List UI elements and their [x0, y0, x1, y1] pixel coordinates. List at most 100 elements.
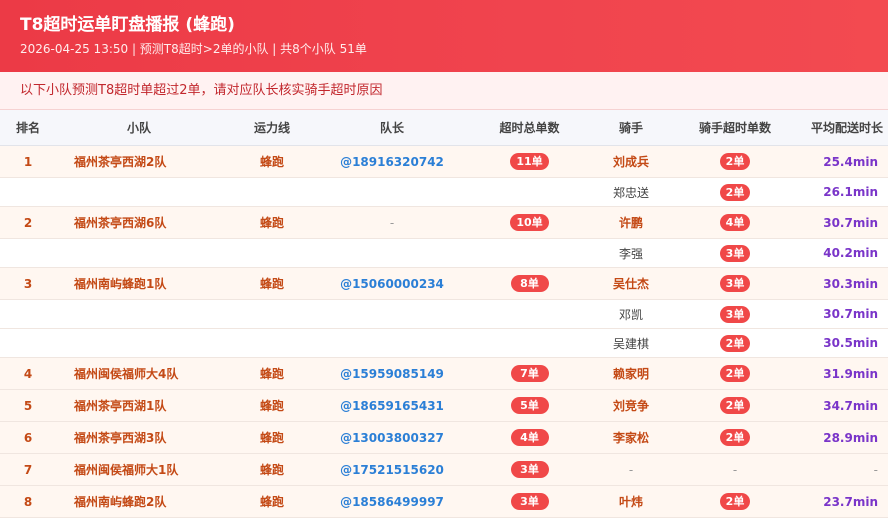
team-cell: 福州茶亭西湖6队 [56, 206, 222, 239]
overtime-table: 排名 小队 运力线 队长 超时总单数 骑手 骑手超时单数 平均配送时长 1 福州… [0, 110, 888, 518]
report-subtitle: 2026-04-25 13:50 | 预测T8超时>2单的小队 | 共8个小队 … [20, 42, 367, 56]
line-cell: 蜂跑 [222, 485, 322, 518]
total-badge: 7单 [510, 365, 549, 382]
rider-count-cell: 2单 [665, 328, 805, 358]
team-cell: 福州闽侯福师大4队 [56, 357, 222, 390]
col-avg: 平均配送时长 [805, 110, 888, 146]
rider-cell: - [597, 453, 665, 486]
table-row: 4 福州闽侯福师大4队 蜂跑 @15959085149 7单 赖家明 2单 31… [0, 357, 888, 390]
rider-count-badge: 4单 [719, 214, 751, 231]
rider-count-badge: 3单 [719, 305, 751, 323]
table-row: 郑忠送 2单 26.1min [0, 177, 888, 207]
total-badge: 10单 [510, 214, 549, 231]
total-cell: 10单 [462, 206, 597, 239]
rank-cell: 8 [0, 485, 56, 518]
rider-count-badge: 2单 [719, 334, 751, 352]
avg-cell: 28.9min [805, 421, 888, 454]
total-badge: 8单 [510, 275, 549, 292]
rider-count-badge: 2单 [719, 429, 751, 446]
rider-count-cell: 2单 [665, 357, 805, 390]
total-cell: 4单 [462, 421, 597, 454]
line-cell: 蜂跑 [222, 453, 322, 486]
rank-cell: 2 [0, 206, 56, 239]
report-header: T8超时运单盯盘播报 (蜂跑) 2026-04-25 13:50 | 预测T8超… [0, 0, 888, 72]
total-cell: 7单 [462, 357, 597, 390]
rider-count-cell: - [665, 453, 805, 486]
col-rank: 排名 [0, 110, 56, 146]
total-badge: 5单 [510, 397, 549, 414]
rider-cell: 许鹏 [597, 206, 665, 239]
leader-link[interactable]: @17521515620 [322, 453, 462, 486]
rider-count-badge: 2单 [719, 183, 751, 201]
rider-count-badge: 3单 [719, 244, 751, 262]
rider-cell: 刘成兵 [597, 145, 665, 178]
total-cell: 3单 [462, 453, 597, 486]
leader-cell: - [322, 206, 462, 239]
total-cell: 5单 [462, 389, 597, 422]
rider-count-cell: 2单 [665, 177, 805, 207]
rider-cell: 李强 [597, 238, 665, 268]
line-cell: 蜂跑 [222, 206, 322, 239]
line-cell: 蜂跑 [222, 145, 322, 178]
table-row: 8 福州南屿蜂跑2队 蜂跑 @18586499997 3单 叶炜 2单 23.7… [0, 485, 888, 518]
rider-count-cell: 2单 [665, 145, 805, 178]
table-header-row: 排名 小队 运力线 队长 超时总单数 骑手 骑手超时单数 平均配送时长 [0, 110, 888, 146]
col-line: 运力线 [222, 110, 322, 146]
table-row: 7 福州闽侯福师大1队 蜂跑 @17521515620 3单 - - - [0, 453, 888, 486]
rank-cell: 7 [0, 453, 56, 486]
line-cell: 蜂跑 [222, 357, 322, 390]
rider-count-badge: 3单 [719, 275, 751, 292]
rider-cell: 吴建棋 [597, 328, 665, 358]
rider-count-cell: 3单 [665, 299, 805, 329]
rider-cell: 邓凯 [597, 299, 665, 329]
team-cell: 福州茶亭西湖1队 [56, 389, 222, 422]
rider-count-cell: 3单 [665, 238, 805, 268]
avg-cell: 30.7min [805, 299, 888, 329]
avg-cell: - [805, 453, 888, 486]
team-cell: 福州南屿蜂跑2队 [56, 485, 222, 518]
leader-link[interactable]: @18916320742 [322, 145, 462, 178]
rank-cell: 1 [0, 145, 56, 178]
rider-count-cell: 2单 [665, 421, 805, 454]
avg-cell: 25.4min [805, 145, 888, 178]
avg-cell: 40.2min [805, 238, 888, 268]
team-cell: 福州茶亭西湖3队 [56, 421, 222, 454]
table-row: 3 福州南屿蜂跑1队 蜂跑 @15060000234 8单 吴仕杰 3单 30.… [0, 267, 888, 300]
table-row: 5 福州茶亭西湖1队 蜂跑 @18659165431 5单 刘竞争 2单 34.… [0, 389, 888, 422]
table-row: 吴建棋 2单 30.5min [0, 328, 888, 358]
leader-link[interactable]: @18659165431 [322, 389, 462, 422]
col-team: 小队 [56, 110, 222, 146]
rider-count-badge: 2单 [719, 153, 751, 170]
avg-cell: 26.1min [805, 177, 888, 207]
rank-cell: 4 [0, 357, 56, 390]
leader-link[interactable]: @15060000234 [322, 267, 462, 300]
rider-count-badge: 2单 [719, 365, 751, 382]
avg-cell: 34.7min [805, 389, 888, 422]
rider-count-badge: 2单 [719, 397, 751, 414]
leader-link[interactable]: @15959085149 [322, 357, 462, 390]
avg-cell: 30.3min [805, 267, 888, 300]
rider-cell: 赖家明 [597, 357, 665, 390]
col-rider-count: 骑手超时单数 [665, 110, 805, 146]
total-cell: 8单 [462, 267, 597, 300]
total-badge: 3单 [510, 493, 549, 510]
rank-cell: 5 [0, 389, 56, 422]
rider-cell: 李家松 [597, 421, 665, 454]
table-row: 6 福州茶亭西湖3队 蜂跑 @13003800327 4单 李家松 2单 28.… [0, 421, 888, 454]
leader-link[interactable]: @18586499997 [322, 485, 462, 518]
avg-cell: 30.5min [805, 328, 888, 358]
avg-cell: 30.7min [805, 206, 888, 239]
table-row: 邓凯 3单 30.7min [0, 299, 888, 329]
rider-count-badge: 2单 [719, 493, 751, 510]
total-badge: 4单 [510, 429, 549, 446]
table-row: 李强 3单 40.2min [0, 238, 888, 268]
leader-link[interactable]: @13003800327 [322, 421, 462, 454]
team-cell: 福州南屿蜂跑1队 [56, 267, 222, 300]
line-cell: 蜂跑 [222, 421, 322, 454]
rider-count-cell: 4单 [665, 206, 805, 239]
total-badge: 3单 [510, 461, 549, 478]
table-row: 2 福州茶亭西湖6队 蜂跑 - 10单 许鹏 4单 30.7min [0, 206, 888, 239]
col-leader: 队长 [322, 110, 462, 146]
total-cell: 3单 [462, 485, 597, 518]
rider-cell: 刘竞争 [597, 389, 665, 422]
